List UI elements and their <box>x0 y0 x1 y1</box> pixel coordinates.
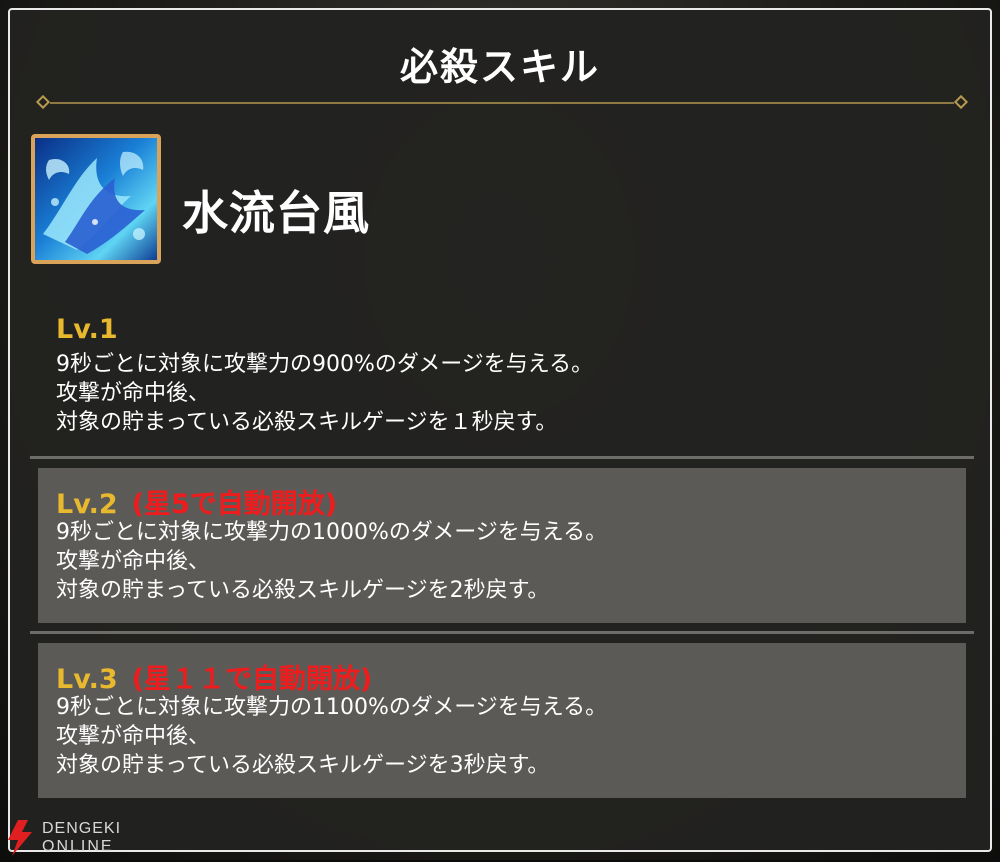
skill-detail-panel: 必殺スキル 水流台風 Lv.1 9秒ごとに対象に攻撃力の900%のダメージを与え… <box>8 8 992 852</box>
water-splash-icon <box>31 134 161 264</box>
level-label: Lv.1 <box>56 314 118 345</box>
panel-title: 必殺スキル <box>399 45 600 89</box>
level-divider <box>30 456 974 459</box>
unlock-condition: (星5で自動開放) <box>131 489 338 520</box>
title-divider <box>35 94 969 110</box>
description-line: 9秒ごとに対象に攻撃力の1000%のダメージを与える。 <box>56 520 608 545</box>
description-line: 9秒ごとに対象に攻撃力の1100%のダメージを与える。 <box>56 695 608 720</box>
diamond-ornament-icon <box>953 94 969 110</box>
description-line: 対象の貯まっている必殺スキルゲージを2秒戻す。 <box>56 578 550 603</box>
unlock-condition: (星１１で自動開放) <box>131 664 373 695</box>
level-description: 9秒ごとに対象に攻撃力の1000%のダメージを与える。 攻撃が命中後、 対象の貯… <box>56 518 607 605</box>
watermark-text: ONLINE <box>42 838 114 855</box>
level-description: 9秒ごとに対象に攻撃力の900%のダメージを与える。 攻撃が命中後、 対象の貯ま… <box>56 350 593 437</box>
skill-level-1: Lv.1 9秒ごとに対象に攻撃力の900%のダメージを与える。 攻撃が命中後、 … <box>38 302 966 442</box>
description-line: 対象の貯まっている必殺スキルゲージを3秒戻す。 <box>56 753 550 778</box>
description-line: 攻撃が命中後、 <box>56 381 211 406</box>
lightning-logo-icon <box>8 820 32 856</box>
level-label: Lv.2 <box>56 489 118 520</box>
skill-level-3: Lv.3 (星１１で自動開放) 9秒ごとに対象に攻撃力の1100%のダメージを与え… <box>38 643 966 798</box>
diamond-ornament-icon <box>35 94 51 110</box>
dengeki-online-watermark: DENGEKI ONLINE <box>2 818 142 858</box>
level-label: Lv.3 <box>56 664 118 695</box>
watermark-text: DENGEKI <box>42 820 122 837</box>
level-description: 9秒ごとに対象に攻撃力の1100%のダメージを与える。 攻撃が命中後、 対象の貯… <box>56 693 607 780</box>
description-line: 攻撃が命中後、 <box>56 724 211 749</box>
description-line: 攻撃が命中後、 <box>56 549 211 574</box>
skill-name: 水流台風 <box>182 186 370 240</box>
skill-level-2: Lv.2 (星5で自動開放) 9秒ごとに対象に攻撃力の1000%のダメージを与える… <box>38 468 966 623</box>
level-divider <box>30 631 974 634</box>
description-line: 9秒ごとに対象に攻撃力の900%のダメージを与える。 <box>56 352 594 377</box>
description-line: 対象の貯まっている必殺スキルゲージを１秒戻す。 <box>56 410 558 435</box>
